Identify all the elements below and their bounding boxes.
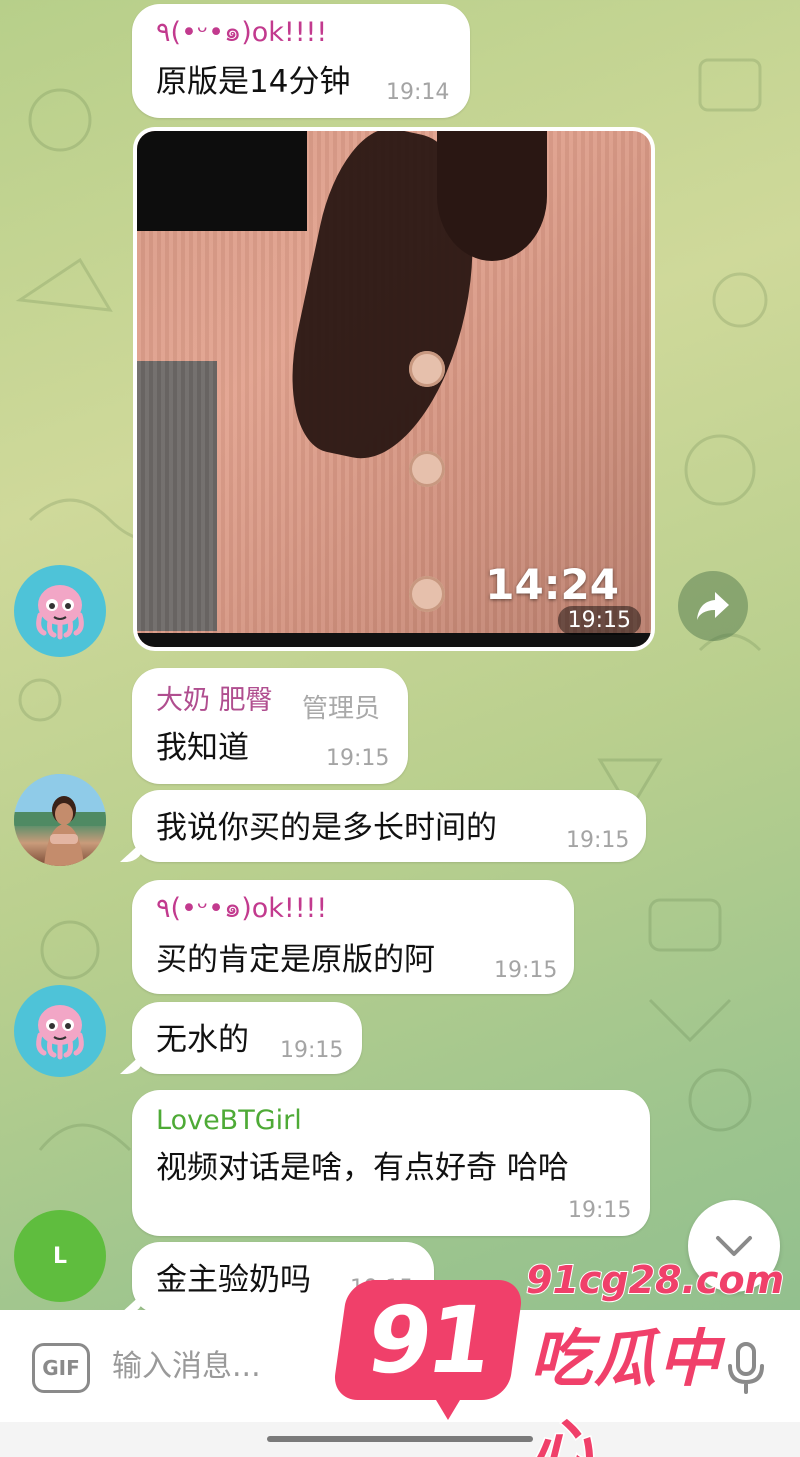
thumbnail-button bbox=[409, 451, 445, 487]
video-message[interactable]: 14:24 19:15 bbox=[133, 127, 655, 651]
sender-name[interactable]: 大奶 肥臀 bbox=[156, 686, 273, 716]
bubble-tail bbox=[120, 1052, 144, 1074]
admin-badge: 管理员 bbox=[302, 694, 381, 724]
message-text: 买的肯定是原版的阿 bbox=[156, 942, 435, 978]
message-time: 19:15 bbox=[280, 1038, 344, 1063]
sender-name[interactable]: ٩(•ᵕ•๑)ok!!!! bbox=[156, 18, 327, 48]
watermark-name: 吃瓜中心 bbox=[529, 1321, 723, 1457]
avatar[interactable] bbox=[14, 985, 106, 1077]
video-duration: 14:24 bbox=[485, 560, 619, 609]
message-time: 19:15 bbox=[494, 958, 558, 983]
message-time: 19:15 bbox=[566, 828, 630, 853]
message-time: 19:15 bbox=[326, 746, 390, 771]
forward-arrow-icon bbox=[697, 592, 729, 620]
message-text: 无水的 bbox=[156, 1022, 249, 1058]
thumbnail-button bbox=[409, 576, 445, 612]
censor-block bbox=[137, 131, 307, 231]
avatar[interactable]: L bbox=[14, 1210, 106, 1302]
message-bubble[interactable]: ٩(•ᵕ•๑)ok!!!! 买的肯定是原版的阿 19:15 bbox=[132, 880, 574, 994]
message-text: 我说你买的是多长时间的 bbox=[156, 810, 497, 846]
avatar-letter: L bbox=[52, 1243, 68, 1269]
watermark-logo-tail bbox=[430, 1390, 466, 1420]
message-bubble[interactable]: 无水的 19:15 bbox=[120, 1002, 362, 1074]
forward-button[interactable] bbox=[678, 571, 748, 641]
message-bubble[interactable]: 我说你买的是多长时间的 19:15 bbox=[120, 790, 646, 862]
chevron-down-icon bbox=[716, 1236, 752, 1256]
message-bubble[interactable]: 大奶 肥臀 管理员 我知道 19:15 bbox=[132, 668, 408, 784]
message-bubble[interactable]: LoveBTGirl 视频对话是啥，有点好奇 哈哈 19:15 bbox=[132, 1090, 650, 1236]
avatar[interactable] bbox=[14, 774, 106, 866]
message-text: 原版是14分钟 bbox=[156, 64, 351, 100]
gif-icon[interactable]: GIF bbox=[32, 1343, 90, 1393]
message-bubble[interactable]: ٩(•ᵕ•๑)ok!!!! 原版是14分钟 19:14 bbox=[132, 4, 470, 118]
message-text: 视频对话是啥，有点好奇 哈哈 bbox=[156, 1150, 569, 1186]
message-time: 19:15 bbox=[557, 606, 641, 635]
watermark: 91 91cg28.com 吃瓜中心 bbox=[331, 1257, 785, 1457]
message-time: 19:15 bbox=[568, 1198, 632, 1223]
message-text: 金主验奶吗 bbox=[156, 1262, 311, 1298]
message-time: 19:14 bbox=[386, 80, 450, 105]
bubble-tail bbox=[120, 840, 144, 862]
squid-avatar-icon bbox=[36, 585, 84, 640]
thumbnail-bottom-bar bbox=[137, 633, 651, 647]
watermark-domain: 91cg28.com bbox=[525, 1257, 785, 1303]
user-photo-avatar bbox=[14, 774, 106, 866]
sender-name[interactable]: ٩(•ᵕ•๑)ok!!!! bbox=[156, 894, 327, 924]
sender-name[interactable]: LoveBTGirl bbox=[156, 1106, 302, 1136]
avatar[interactable] bbox=[14, 565, 106, 657]
message-text: 我知道 bbox=[156, 730, 249, 766]
thumbnail-button bbox=[409, 351, 445, 387]
thumbnail-hair bbox=[437, 131, 547, 261]
home-handle[interactable] bbox=[267, 1436, 533, 1442]
watermark-logo: 91 bbox=[331, 1280, 525, 1400]
squid-avatar-icon bbox=[36, 1005, 84, 1060]
